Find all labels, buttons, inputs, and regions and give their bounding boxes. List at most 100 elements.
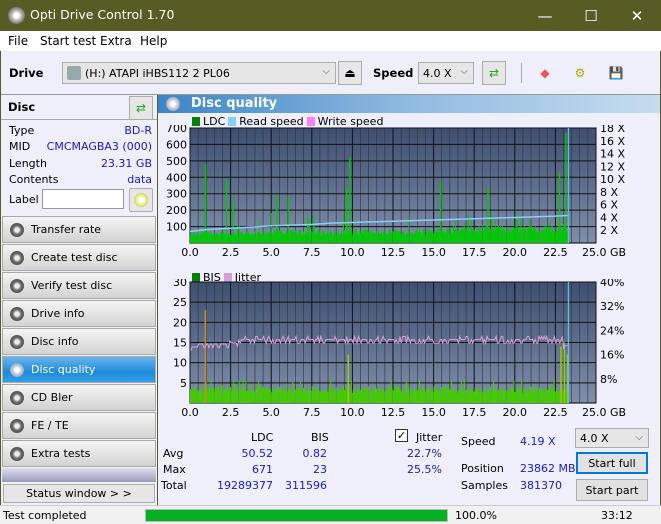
nav-drive-info[interactable]: Drive info [2,300,156,327]
ldc-bar [228,235,230,243]
x-tick-label: 10.0 [340,246,365,259]
bis-bar [431,388,433,403]
eject-button[interactable]: ⏏ [338,61,362,85]
bis-bar [356,390,358,403]
bis-bar [285,392,287,403]
label-input[interactable] [42,189,124,209]
refresh-button[interactable]: ⇄ [482,61,506,85]
start-part-button[interactable]: Start part [576,479,648,501]
bis-bar [364,387,366,403]
bis-bar [340,390,342,403]
ldc-bar [363,229,365,243]
ldc-bar [381,235,383,243]
start-full-button[interactable]: Start full [576,452,648,474]
ldc-bar [393,230,395,243]
settings-button[interactable]: ⚙ [568,61,592,85]
nav-verify-test-disc[interactable]: Verify test disc [2,272,156,299]
ldc-bar [310,231,312,243]
ldc-bar [248,232,250,243]
jitter-checkbox[interactable]: ✓ [395,429,408,442]
menu-file[interactable]: File [8,34,28,48]
max-jitter: 25.5% [407,463,442,476]
ldc-bar [497,225,499,243]
bis-bar [514,391,516,403]
ldc-spike [232,200,234,243]
ldc-bar [464,227,466,243]
bis-bar [338,390,340,403]
drive-select[interactable]: (H:) ATAPI iHBS112 2 PL06 ⌵ [62,62,336,84]
status-bar: Test completed 100.0% 33:12 [0,505,661,524]
refresh-icon: ⇄ [135,101,147,115]
nav-disc-info[interactable]: Disc info [2,328,156,355]
ldc-bar [412,232,414,243]
bis-bar [368,386,370,403]
extra-tests-icon [10,447,24,461]
bis-bar [510,388,512,403]
x-tick-label: 17.5 [462,406,487,419]
bis-bar [293,391,295,403]
ldc-bar [442,231,444,243]
bis-bar [543,390,545,403]
ldc-bar [191,232,193,243]
bis-bar [222,385,224,403]
bis-bar [407,390,409,403]
ldc-bar [413,234,415,243]
ldc-bar [533,228,535,243]
ldc-bar [199,234,201,243]
bis-bar [506,391,508,403]
bis-bar [319,391,321,403]
save-button[interactable]: 💾 [604,61,628,85]
nav-cd-bler[interactable]: CD Bler [2,384,156,411]
ldc-bar [411,234,413,243]
ldc-bar [366,230,368,243]
ldc-bar [499,224,501,243]
label-apply-button[interactable] [129,188,153,212]
erase-button[interactable]: ◆ [533,61,557,85]
test-speed-select[interactable]: 4.0 X ⌵ [575,428,649,448]
bis-bar [304,391,306,403]
bis-bar [322,389,324,403]
menu-help[interactable]: Help [140,34,167,48]
ldc-bar [418,230,420,243]
ldc-bar [433,232,435,243]
refresh-icon: ⇄ [488,66,500,80]
menu-extra[interactable]: Extra [100,34,132,48]
nav-create-test-disc[interactable]: Create test disc [2,244,156,271]
ldc-bar [457,229,459,243]
bis-bar [198,392,200,403]
ldc-bar [247,231,249,243]
ldc-bar [519,232,521,243]
nav-extra-tests[interactable]: Extra tests [2,440,156,467]
status-window-button[interactable]: Status window > > [3,484,155,503]
maximize-button[interactable]: ☐ [568,0,614,31]
bis-bar [409,392,411,403]
bis-bar [193,386,195,403]
y-tick-label: 15 [173,337,187,350]
ldc-bar [469,228,471,243]
menu-start-test[interactable]: Start test [40,34,96,48]
bis-bar [299,388,301,403]
nav-transfer-rate[interactable]: Transfer rate [2,216,156,243]
ldc-bar [409,232,411,243]
disc-type-row: Type BD-R [9,124,152,140]
speed-select[interactable]: 4.0 X ⌵ [418,62,474,84]
close-button[interactable]: ✕ [614,0,660,31]
ldc-bar [523,229,525,243]
bis-bar [380,392,382,403]
bis-bar [539,388,541,403]
ldc-bar [212,234,214,243]
nav-disc-quality[interactable]: Disc quality [2,356,156,383]
ldc-bar [535,229,537,243]
bis-bar [462,390,464,403]
bis-bar [542,388,544,403]
ldc-bar [242,234,244,243]
bis-bar [473,391,475,403]
ldc-bar [342,214,344,243]
y2-tick-label: 24% [600,324,624,337]
nav-fe-te[interactable]: FE / TE [2,412,156,439]
ldc-bar [561,230,563,243]
disc-refresh-button[interactable]: ⇄ [129,96,153,120]
max-label: Max [163,463,186,476]
minimize-button[interactable]: — [522,0,568,31]
ldc-bar [190,233,192,243]
